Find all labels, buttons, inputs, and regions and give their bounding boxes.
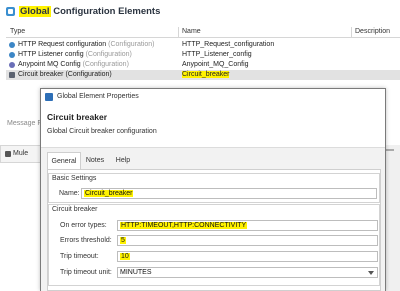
chevron-down-icon[interactable] bbox=[368, 271, 374, 275]
title-highlight: Global bbox=[19, 5, 51, 17]
table-header: Type Name Description bbox=[6, 27, 400, 38]
table-row[interactable]: HTTP Request configuration (Configuratio… bbox=[6, 40, 400, 50]
row-type-suffix: (Configuration) bbox=[80, 61, 129, 68]
row-name: Circuit_breaker bbox=[182, 71, 230, 78]
group-label: Basic Settings bbox=[52, 175, 97, 182]
mule-tab-label: Mule bbox=[13, 150, 29, 157]
table-row[interactable]: HTTP Listener config (Configuration) HTT… bbox=[6, 50, 400, 60]
name-label: Name: bbox=[59, 190, 80, 197]
banner-subtitle: Global Circuit breaker configuration bbox=[47, 128, 157, 135]
name-value: Circuit_breaker bbox=[84, 190, 134, 197]
title-rest: Configuration Elements bbox=[50, 5, 161, 17]
row-name: HTTP_Request_configuration bbox=[182, 41, 275, 48]
editor-header: Global Configuration Elements bbox=[0, 0, 400, 22]
app-icon bbox=[45, 92, 53, 101]
row-name: HTTP_Listener_config bbox=[182, 51, 252, 58]
row-type-label: HTTP Request configuration bbox=[18, 41, 107, 48]
trip-timeout-unit-value: MINUTES bbox=[120, 269, 152, 276]
column-name[interactable]: Name bbox=[182, 28, 201, 35]
page-title: Global Configuration Elements bbox=[19, 5, 161, 17]
on-error-types-value: HTTP:TIMEOUT,HTTP:CONNECTIVITY bbox=[120, 222, 248, 229]
row-type: Anypoint MQ Config (Configuration) bbox=[18, 61, 129, 68]
global-elements-icon bbox=[6, 6, 15, 16]
row-name: Anypoint_MQ_Config bbox=[182, 61, 249, 68]
column-divider[interactable] bbox=[351, 27, 352, 38]
global-element-properties-dialog: Global Element Properties Circuit breake… bbox=[40, 88, 386, 291]
on-error-types-label: On error types: bbox=[60, 222, 107, 229]
banner-title: Circuit breaker bbox=[47, 112, 107, 122]
mq-icon bbox=[9, 62, 15, 68]
trip-timeout-unit-label: Trip timeout unit: bbox=[60, 269, 112, 276]
http-icon bbox=[9, 52, 15, 58]
errors-threshold-field[interactable]: 5 bbox=[117, 235, 378, 246]
row-type-label: Anypoint MQ Config bbox=[18, 61, 81, 68]
message-flow-label[interactable]: Message F bbox=[7, 120, 42, 127]
name-field[interactable]: Circuit_breaker bbox=[81, 188, 377, 199]
row-type-suffix: (Configuration) bbox=[106, 41, 155, 48]
dialog-title: Global Element Properties bbox=[57, 93, 139, 100]
menu-icon[interactable] bbox=[386, 149, 394, 151]
trip-timeout-label: Trip timeout: bbox=[60, 253, 99, 260]
on-error-types-field[interactable]: HTTP:TIMEOUT,HTTP:CONNECTIVITY bbox=[117, 220, 378, 231]
errors-threshold-value: 5 bbox=[120, 237, 126, 244]
errors-threshold-label: Errors threshold: bbox=[60, 237, 112, 244]
trip-timeout-unit-select[interactable]: MINUTES bbox=[117, 267, 378, 278]
column-description[interactable]: Description bbox=[355, 28, 390, 35]
tab-help[interactable]: Help bbox=[111, 152, 135, 169]
circuit-breaker-icon bbox=[9, 72, 15, 78]
mule-tab[interactable]: Mule bbox=[5, 150, 28, 157]
column-type[interactable]: Type bbox=[10, 28, 25, 35]
trip-timeout-value: 10 bbox=[120, 253, 130, 260]
table-row-selected[interactable]: Circuit breaker (Configuration) Circuit_… bbox=[6, 70, 400, 80]
mule-icon bbox=[5, 150, 11, 157]
row-type: Circuit breaker (Configuration) bbox=[18, 71, 112, 78]
column-divider[interactable] bbox=[178, 27, 179, 38]
row-type-label: HTTP Listener config bbox=[18, 51, 84, 58]
dialog-banner: Circuit breaker Global Circuit breaker c… bbox=[41, 104, 385, 148]
group-label: Circuit breaker bbox=[52, 206, 98, 213]
tab-notes[interactable]: Notes bbox=[83, 152, 107, 169]
row-type: HTTP Listener config (Configuration) bbox=[18, 51, 132, 58]
table-row[interactable]: Anypoint MQ Config (Configuration) Anypo… bbox=[6, 60, 400, 70]
row-type: HTTP Request configuration (Configuratio… bbox=[18, 41, 154, 48]
tab-general[interactable]: General bbox=[47, 152, 81, 169]
row-type-suffix: (Configuration) bbox=[83, 51, 132, 58]
http-icon bbox=[9, 42, 15, 48]
trip-timeout-field[interactable]: 10 bbox=[117, 251, 378, 262]
row-type-label: Circuit breaker (Configuration) bbox=[18, 71, 112, 78]
dialog-title-bar[interactable]: Global Element Properties bbox=[41, 89, 385, 104]
